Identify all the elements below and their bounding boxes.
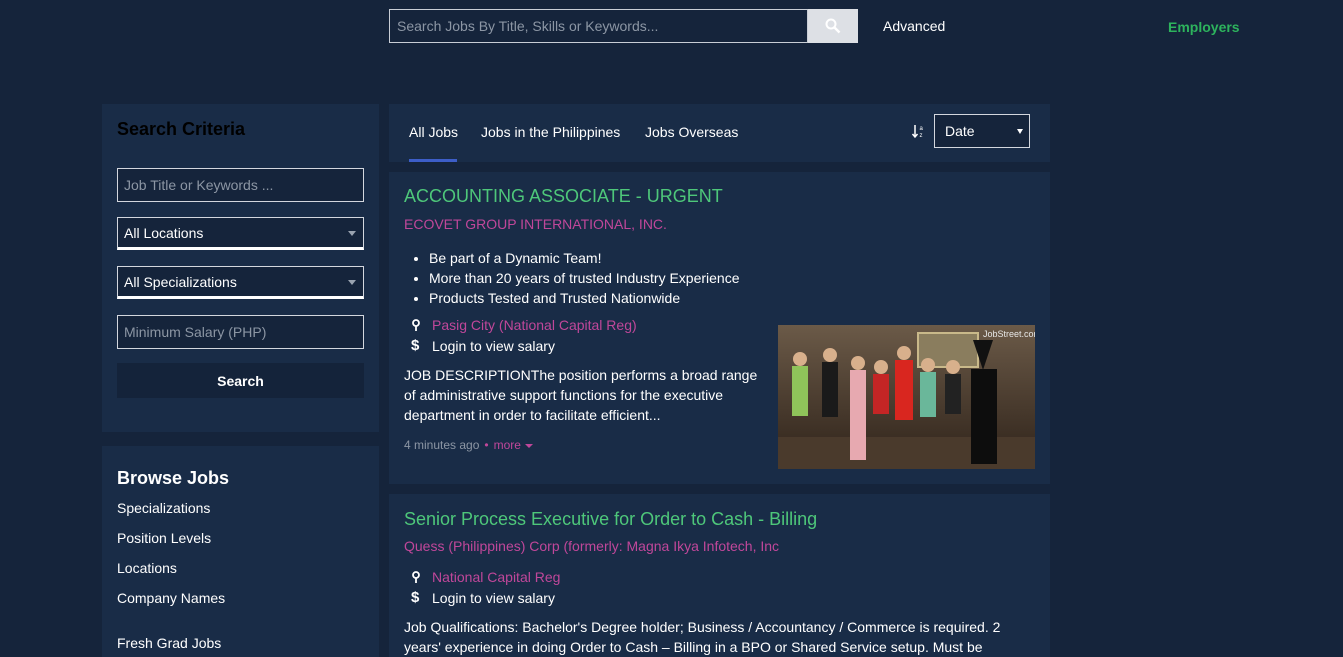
dollar-icon: $ bbox=[411, 589, 420, 606]
chevron-down-icon bbox=[1017, 129, 1023, 134]
sort-select[interactable]: Date bbox=[934, 114, 1030, 148]
search-button[interactable]: Search bbox=[117, 363, 364, 398]
job-salary-row: $ Login to view salary bbox=[411, 337, 555, 354]
tab-jobs-overseas[interactable]: Jobs Overseas bbox=[645, 124, 738, 140]
browse-jobs-panel: Browse Jobs Specializations Position Lev… bbox=[102, 446, 379, 657]
job-location-row: Pasig City (National Capital Reg) bbox=[411, 317, 637, 333]
browse-link-locations[interactable]: Locations bbox=[117, 560, 177, 576]
specialization-select[interactable]: All Specializations bbox=[117, 266, 364, 299]
employers-link[interactable]: Employers bbox=[1168, 19, 1240, 35]
job-salary: Login to view salary bbox=[432, 337, 555, 354]
job-posted-meta: 4 minutes ago • more bbox=[404, 438, 533, 452]
job-title-link[interactable]: ACCOUNTING ASSOCIATE - URGENT bbox=[404, 186, 723, 207]
active-tab-indicator bbox=[409, 159, 457, 162]
browse-jobs-title: Browse Jobs bbox=[117, 468, 230, 488]
map-pin-icon bbox=[411, 570, 429, 584]
job-highlights: Be part of a Dynamic Team! More than 20 … bbox=[429, 248, 740, 308]
chevron-down-icon[interactable] bbox=[524, 443, 533, 448]
tab-all-jobs[interactable]: All Jobs bbox=[409, 124, 458, 140]
dollar-icon: $ bbox=[411, 337, 420, 354]
job-location[interactable]: Pasig City (National Capital Reg) bbox=[432, 317, 637, 333]
job-highlight: More than 20 years of trusted Industry E… bbox=[429, 268, 740, 288]
job-highlight: Products Tested and Trusted Nationwide bbox=[429, 288, 740, 308]
more-link[interactable]: more bbox=[494, 438, 521, 452]
sort-value: Date bbox=[945, 123, 975, 139]
location-select[interactable]: All Locations bbox=[117, 217, 364, 250]
search-criteria-title: Search Criteria bbox=[117, 119, 246, 139]
global-search-button[interactable] bbox=[808, 9, 858, 43]
search-criteria-panel: Search Criteria Job Title or Keywords ..… bbox=[102, 104, 379, 432]
minimum-salary-input[interactable]: Minimum Salary (PHP) bbox=[117, 315, 364, 349]
global-search-input[interactable] bbox=[389, 9, 808, 43]
company-link[interactable]: ECOVET GROUP INTERNATIONAL, INC. bbox=[404, 216, 667, 232]
chevron-down-icon bbox=[348, 280, 356, 285]
job-description: JOB DESCRIPTIONThe position performs a b… bbox=[404, 367, 758, 423]
job-location[interactable]: National Capital Reg bbox=[432, 569, 560, 585]
svg-text:z: z bbox=[920, 133, 923, 139]
job-salary: Login to view salary bbox=[432, 589, 555, 606]
browse-link-position-levels[interactable]: Position Levels bbox=[117, 530, 211, 546]
advanced-search-link[interactable]: Advanced bbox=[883, 18, 945, 34]
company-link[interactable]: Quess (Philippines) Corp (formerly: Magn… bbox=[404, 538, 779, 554]
results-tabs: All Jobs Jobs in the Philippines Jobs Ov… bbox=[389, 104, 1050, 162]
photo-watermark: JobStreet.com bbox=[983, 329, 1035, 339]
job-photo[interactable]: JobStreet.com bbox=[778, 325, 1035, 469]
job-description: Job Qualifications: Bachelor's Degree ho… bbox=[404, 619, 1001, 655]
separator-dot: • bbox=[484, 438, 489, 452]
specialization-value: All Specializations bbox=[124, 273, 237, 290]
job-highlight: Be part of a Dynamic Team! bbox=[429, 248, 740, 268]
chevron-down-icon bbox=[348, 231, 356, 236]
browse-link-company-names[interactable]: Company Names bbox=[117, 590, 225, 606]
keywords-input[interactable]: Job Title or Keywords ... bbox=[117, 168, 364, 202]
sort-icon[interactable]: a z bbox=[911, 123, 927, 139]
salary-placeholder: Minimum Salary (PHP) bbox=[124, 324, 267, 340]
browse-link-specializations[interactable]: Specializations bbox=[117, 500, 210, 516]
job-location-row: National Capital Reg bbox=[411, 569, 560, 585]
svg-text:a: a bbox=[920, 126, 924, 132]
job-salary-row: $ Login to view salary bbox=[411, 589, 555, 606]
search-icon bbox=[825, 18, 841, 34]
global-search bbox=[389, 9, 858, 43]
job-card: Senior Process Executive for Order to Ca… bbox=[389, 494, 1050, 657]
job-card: ACCOUNTING ASSOCIATE - URGENT ECOVET GRO… bbox=[389, 172, 1050, 484]
job-posted-time: 4 minutes ago bbox=[404, 438, 480, 452]
browse-link-fresh-grad-jobs[interactable]: Fresh Grad Jobs bbox=[117, 635, 221, 651]
keywords-placeholder: Job Title or Keywords ... bbox=[124, 177, 274, 193]
map-pin-icon bbox=[411, 318, 429, 332]
location-value: All Locations bbox=[124, 224, 204, 241]
job-title-link[interactable]: Senior Process Executive for Order to Ca… bbox=[404, 509, 817, 530]
tab-jobs-philippines[interactable]: Jobs in the Philippines bbox=[481, 124, 620, 140]
